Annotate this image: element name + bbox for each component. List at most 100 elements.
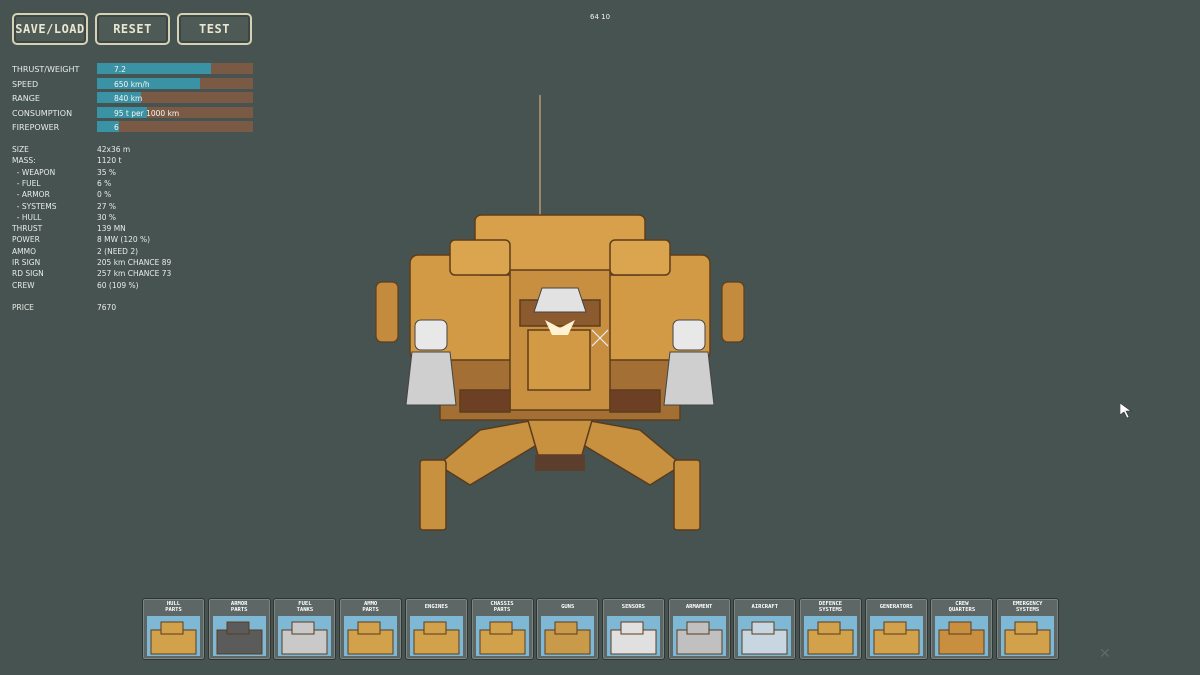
chassis-parts-icon	[475, 616, 529, 656]
part-label-line1: ARMAMENT	[685, 604, 713, 610]
info-value: 0 %	[97, 190, 112, 200]
stat-row: CONSUMPTION 95 t per 1000 km	[12, 106, 257, 120]
part-label-line1: GENERATORS	[879, 604, 913, 610]
info-row: THRUST 139 MN	[12, 224, 272, 235]
info-row: - SYSTEMS 27 %	[12, 202, 272, 213]
part-category-sensors-button[interactable]: SENSORS	[601, 598, 665, 660]
part-label-line2: TANKS	[296, 607, 314, 613]
part-category-chassis-button[interactable]: CHASSIS PARTS	[470, 598, 534, 660]
part-category-engines-button[interactable]: ENGINES	[404, 598, 468, 660]
part-category-label: FUEL TANKS	[274, 601, 335, 615]
info-label: POWER	[12, 235, 40, 245]
info-label: - ARMOR	[12, 190, 50, 200]
info-row: RD SIGN 257 km CHANCE 73	[12, 269, 272, 280]
armament-icon	[672, 616, 726, 656]
info-label: CREW	[12, 280, 35, 290]
part-label-line1: AIRCRAFT	[751, 604, 779, 610]
part-label-line1: ENGINES	[424, 604, 448, 610]
part-label-line1: GUNS	[561, 604, 575, 610]
info-value: 8 MW (120 %)	[97, 235, 151, 245]
info-row: - ARMOR 0 %	[12, 190, 272, 201]
save-load-button[interactable]: SAVE/LOAD	[12, 13, 88, 45]
test-button[interactable]: TEST	[177, 13, 252, 45]
part-category-crew-button[interactable]: CREW QUARTERS	[930, 598, 994, 660]
info-label: AMMO	[12, 246, 36, 256]
info-row: - FUEL 6 %	[12, 179, 272, 190]
parts-category-bar: HULL PARTS ARMOR PARTS FUEL TANKS AMMO PARTS ENG…	[142, 598, 1060, 660]
price-value: 7670	[97, 303, 117, 312]
close-icon[interactable]: ✕	[1099, 646, 1111, 662]
part-category-label: HULL PARTS	[143, 601, 204, 615]
info-label: MASS:	[12, 156, 36, 166]
info-value: 27 %	[97, 201, 117, 211]
hull-parts-icon	[147, 616, 200, 656]
info-label: IR SIGN	[12, 258, 41, 267]
part-category-defence-button[interactable]: DEFENCE SYSTEMS	[799, 598, 862, 660]
armor-parts-icon	[212, 616, 266, 656]
stat-label: SPEED	[12, 79, 39, 89]
part-category-armament-button[interactable]: ARMAMENT	[667, 598, 731, 660]
info-label: SIZE	[12, 145, 29, 154]
info-row: AMMO 2 (NEED 2)	[12, 247, 272, 258]
info-value: 257 km CHANCE 73	[97, 269, 172, 279]
stat-row: FIREPOWER 6	[12, 121, 257, 134]
info-value: 6 %	[97, 178, 112, 188]
part-category-guns-button[interactable]: GUNS	[536, 598, 600, 660]
part-category-label: DEFENCE SYSTEMS	[800, 601, 861, 615]
stat-value: 650 km/h	[114, 79, 150, 89]
part-category-armor-button[interactable]: ARMOR PARTS	[207, 598, 271, 660]
part-category-generators-button[interactable]: GENERATORS	[864, 598, 928, 660]
generators-icon	[869, 616, 923, 656]
info-label: - SYSTEMS	[12, 201, 57, 211]
part-category-label: AMMO PARTS	[340, 601, 401, 615]
info-label: THRUST	[12, 224, 43, 234]
info-value: 60 (109 %)	[97, 280, 139, 290]
info-value: 2 (NEED 2)	[97, 246, 139, 256]
stat-row: SPEED 650 km/h	[12, 77, 257, 91]
info-row: SIZE 42x36 m	[12, 145, 272, 156]
part-category-emergency-button[interactable]: EMERGENCY SYSTEMS	[996, 598, 1060, 660]
mouse-cursor-icon	[1120, 403, 1132, 419]
aircraft-icon	[738, 616, 792, 656]
part-category-ammo-button[interactable]: AMMO PARTS	[339, 598, 403, 660]
info-row: - WEAPON 35 %	[12, 168, 272, 179]
info-label: - WEAPON	[12, 167, 56, 177]
price-row: PRICE 7670	[12, 303, 272, 314]
part-label-line2: SYSTEMS	[818, 607, 843, 613]
reset-button[interactable]: RESET	[95, 13, 170, 45]
part-category-hull-button[interactable]: HULL PARTS	[142, 598, 205, 660]
sensors-icon	[606, 616, 660, 656]
part-label-line2: PARTS	[230, 607, 248, 613]
part-category-fuel-button[interactable]: FUEL TANKS	[273, 598, 337, 660]
stat-value: 6	[114, 123, 119, 132]
ship-model[interactable]	[360, 90, 760, 550]
stat-label: RANGE	[12, 94, 40, 103]
info-row: IR SIGN 205 km CHANCE 89	[12, 258, 272, 269]
stat-bar: 95 t per 1000 km	[97, 106, 253, 118]
info-value: 139 MN	[97, 224, 126, 234]
info-value: 1120 t	[97, 156, 122, 166]
part-category-label: CHASSIS PARTS	[472, 601, 533, 615]
stat-bar: 650 km/h	[97, 77, 253, 89]
stat-bar: 6	[97, 121, 253, 132]
fuel-tanks-icon	[278, 616, 332, 656]
stat-value: 95 t per 1000 km	[114, 108, 180, 118]
part-label-line2: SYSTEMS	[1016, 607, 1040, 613]
stat-value: 7.2	[114, 65, 126, 74]
stat-label: CONSUMPTION	[12, 108, 73, 118]
part-label-line2: PARTS	[165, 607, 182, 613]
stat-bar: 840 km	[97, 92, 253, 103]
info-value: 205 km CHANCE 89	[97, 258, 172, 267]
info-label: RD SIGN	[12, 269, 44, 279]
part-category-aircraft-button[interactable]: AIRCRAFT	[733, 598, 797, 660]
part-category-label: EMERGENCY SYSTEMS	[997, 601, 1058, 615]
info-value: 42x36 m	[97, 145, 131, 154]
part-label-line2: QUARTERS	[948, 607, 976, 613]
part-label-line2: PARTS	[362, 607, 379, 613]
info-value: 35 %	[97, 167, 117, 177]
info-value: 30 %	[97, 212, 117, 222]
defence-systems-icon	[804, 616, 857, 656]
info-row: CREW 60 (109 %)	[12, 281, 272, 292]
stat-bar: 7.2	[97, 63, 253, 74]
stat-label: THRUST/WEIGHT	[12, 65, 80, 74]
